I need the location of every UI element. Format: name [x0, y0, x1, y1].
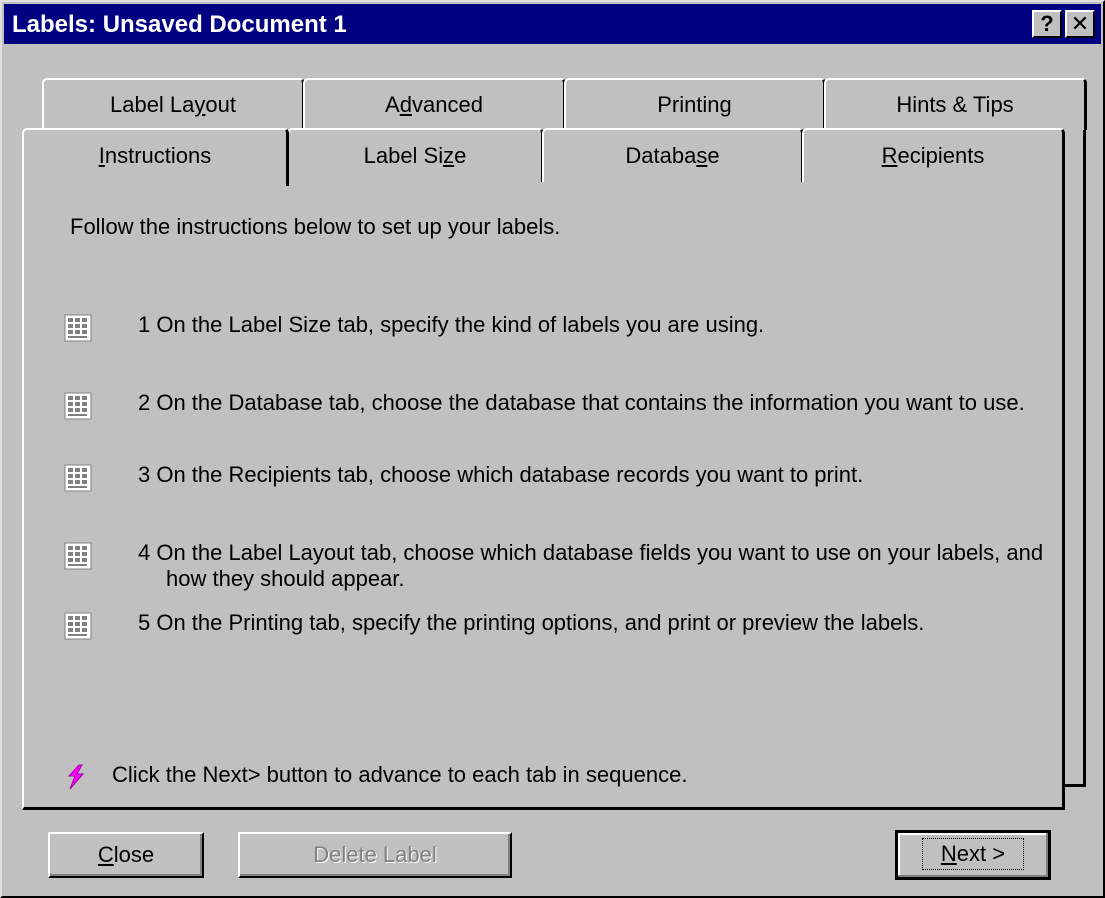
title-bar[interactable]: Labels: Unsaved Document 1 ? ✕	[4, 4, 1101, 44]
step-text: 4 On the Label Layout tab, choose which …	[138, 540, 1044, 591]
intro-text: Follow the instructions below to set up …	[70, 214, 561, 239]
tab-label: Label Size	[363, 143, 467, 168]
lightning-tip-icon	[67, 764, 85, 790]
labels-dialog: Labels: Unsaved Document 1 ? ✕ Label Lay…	[0, 0, 1105, 898]
label-sheet-icon	[64, 314, 92, 342]
close-window-button[interactable]: ✕	[1065, 10, 1095, 38]
tab-printing[interactable]: Printing	[564, 78, 826, 130]
tab-instructions[interactable]: Instructions	[22, 128, 289, 186]
label-sheet-icon	[64, 542, 92, 570]
tab-label: Instructions	[98, 143, 212, 168]
close-button[interactable]: Close	[48, 832, 204, 878]
tab-label: Recipients	[881, 143, 985, 168]
step-text: 5 On the Printing tab, specify the print…	[138, 610, 925, 635]
label-sheet-icon	[64, 392, 92, 420]
button-label: Close	[97, 842, 155, 867]
tab-recipients[interactable]: Recipients	[802, 128, 1065, 182]
tab-label-layout[interactable]: Label Layout	[42, 78, 305, 130]
tab-database[interactable]: Database	[542, 128, 804, 182]
tab-label-size[interactable]: Label Size	[287, 128, 544, 182]
tab-label: Advanced	[385, 92, 483, 117]
tab-label: Printing	[657, 92, 732, 117]
next-button[interactable]: Next >	[895, 830, 1051, 880]
window-title: Labels: Unsaved Document 1	[12, 11, 347, 38]
tab-label: Database	[625, 143, 720, 168]
button-label: Delete Label	[313, 842, 437, 867]
label-sheet-icon	[64, 612, 92, 640]
step-text: 2 On the Database tab, choose the databa…	[138, 390, 1025, 415]
instructions-panel: Follow the instructions below to set up …	[22, 180, 1065, 810]
tab-advanced[interactable]: Advanced	[303, 78, 566, 130]
step-text: 1 On the Label Size tab, specify the kin…	[138, 312, 765, 337]
help-button[interactable]: ?	[1032, 10, 1062, 38]
button-label: Next >	[921, 838, 1025, 870]
tip-text: Click the Next> button to advance to eac…	[112, 762, 688, 787]
tab-label: Hints & Tips	[896, 92, 1014, 117]
tab-hints-tips[interactable]: Hints & Tips	[824, 78, 1087, 130]
tab-label: Label Layout	[109, 92, 236, 117]
delete-label-button[interactable]: Delete Label	[238, 832, 512, 878]
step-text: 3 On the Recipients tab, choose which da…	[138, 462, 864, 487]
label-sheet-icon	[64, 464, 92, 492]
